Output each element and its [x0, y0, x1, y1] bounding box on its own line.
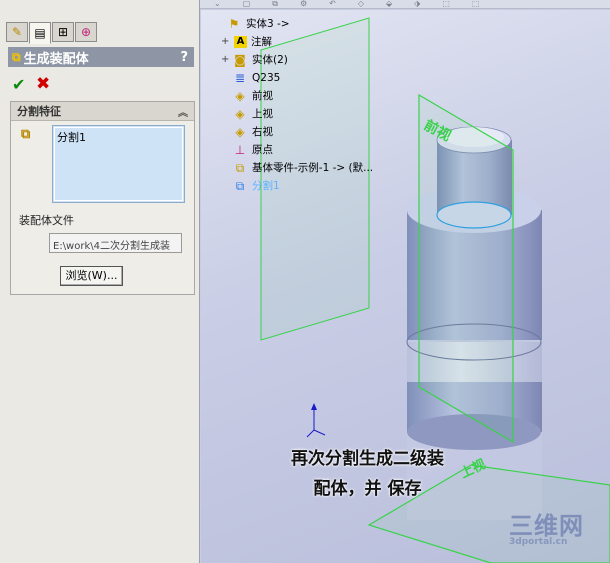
property-manager-title: 生成装配体 — [23, 51, 89, 67]
tree-item-material[interactable]: ≣ Q235 — [231, 70, 280, 86]
origin-triad — [306, 403, 326, 438]
tree-item-base-part[interactable]: ⧉ 基体零件-示例-1 -> (默... — [231, 160, 373, 176]
assembly-file-field[interactable]: E:\work\4二次分割生成装 — [49, 233, 182, 253]
toolbar-button[interactable]: ⧉ — [272, 0, 278, 8]
tree-item-right-plane[interactable]: ◈ 右视 — [231, 124, 273, 140]
browse-button[interactable]: 浏览(W)... — [60, 266, 123, 286]
graphics-area[interactable]: 前视 上视 ⚑ 实体3 -> + A 注解 + ◙ 实体(2) ≣ Q235 ◈… — [201, 10, 610, 563]
collapse-icon[interactable]: ︽ — [178, 104, 188, 119]
tree-item-solid-bodies[interactable]: + ◙ 实体(2) — [221, 52, 288, 68]
tree-expander[interactable]: + — [221, 34, 231, 50]
site-watermark: 三维网 3dportal.cn — [509, 506, 584, 547]
group-title: 分割特征 — [17, 105, 61, 118]
tree-item-label: 分割1 — [252, 180, 280, 192]
configuration-manager-icon: ⊞ — [57, 25, 69, 39]
tree-expander[interactable]: + — [221, 52, 231, 68]
tree-item-label: 实体3 -> — [246, 18, 290, 30]
property-manager-tab[interactable]: ▤ — [29, 22, 51, 44]
part-icon: ⚑ — [228, 17, 240, 31]
manager-tabs: ✎ ▤ ⊞ ⊕ — [6, 22, 97, 44]
toolbar-button[interactable]: ▢ — [243, 0, 251, 8]
toolbar-button[interactable]: ◇ — [358, 0, 364, 8]
property-manager-icon: ▤ — [34, 26, 46, 40]
caption-line-1: 再次分割生成二级装 — [291, 449, 444, 469]
help-button[interactable]: ? — [180, 50, 188, 65]
toolbar-button[interactable]: ⚙ — [300, 0, 307, 8]
plane-icon: ◈ — [235, 125, 245, 139]
split-feature-group: 分割特征 ︽ ⧉ 分割1 装配体文件 E:\work\4二次分割生成装 浏览(W… — [10, 101, 195, 295]
toolbar-button[interactable]: ⌄ — [214, 0, 221, 8]
plane-icon: ◈ — [235, 107, 245, 121]
tree-item-root-part[interactable]: ⚑ 实体3 -> — [215, 16, 290, 32]
toolbar-button[interactable]: ↶ — [329, 0, 336, 8]
toolbar-button[interactable]: ⬚ — [442, 0, 450, 8]
plane-icon: ◈ — [235, 89, 245, 103]
tree-item-top-plane[interactable]: ◈ 上视 — [231, 106, 273, 122]
toolbar-button[interactable]: ⬚ — [472, 0, 480, 8]
tree-item-label: 基体零件-示例-1 -> (默... — [252, 162, 374, 174]
tree-item-label: 注解 — [251, 36, 272, 48]
tree-item-annotations[interactable]: + A 注解 — [221, 34, 272, 50]
tree-item-label: 右视 — [252, 126, 273, 138]
create-assembly-icon: ⧉ — [12, 49, 21, 64]
tree-item-label: Q235 — [252, 72, 281, 84]
base-part-icon: ⧉ — [235, 161, 245, 175]
dimxpert-icon: ⊕ — [80, 25, 92, 39]
dimxpert-tab[interactable]: ⊕ — [75, 22, 97, 42]
tree-item-origin[interactable]: ⊥ 原点 — [231, 142, 273, 158]
split-body-icon: ⧉ — [21, 127, 31, 142]
toolbar-button[interactable]: ⬙ — [386, 0, 392, 8]
cancel-button[interactable]: ✖ — [36, 74, 50, 94]
caption-line-2: 配体，并 保存 — [313, 479, 422, 499]
tree-item-front-plane[interactable]: ◈ 前视 — [231, 88, 273, 104]
tree-item-split[interactable]: ⧉ 分割1 — [231, 178, 280, 194]
split-feature-selection-box[interactable]: 分割1 — [52, 125, 185, 203]
tree-item-label: 前视 — [252, 90, 273, 102]
feature-manager-icon: ✎ — [11, 25, 23, 39]
assembly-file-label: 装配体文件 — [19, 214, 74, 227]
configuration-manager-tab[interactable]: ⊞ — [52, 22, 74, 42]
origin-icon: ⊥ — [234, 143, 246, 157]
property-manager-title-bar: ⧉ 生成装配体 ? — [8, 47, 194, 67]
split-feature-icon: ⧉ — [235, 179, 245, 193]
feature-manager-tab[interactable]: ✎ — [6, 22, 28, 42]
tree-item-label: 原点 — [252, 144, 273, 156]
toolbar-button[interactable]: ⬗ — [414, 0, 420, 8]
annotation-icon: A — [234, 36, 247, 48]
tree-item-label: 实体(2) — [252, 54, 288, 66]
material-icon: ≣ — [234, 71, 246, 85]
solid-bodies-icon: ◙ — [234, 53, 246, 67]
watermark-brand: 三维网 — [509, 512, 584, 540]
property-manager-panel: ✎ ▤ ⊞ ⊕ ⧉ 生成装配体 ? ✔ ✖ 分割特征 ︽ ⧉ 分割1 装配体文件… — [0, 0, 200, 563]
ok-button[interactable]: ✔ — [12, 75, 25, 94]
tree-item-label: 上视 — [252, 108, 273, 120]
front-plane — [418, 93, 514, 444]
view-toolbar: ⌄ ▢ ⧉ ⚙ ↶ ◇ ⬙ ⬗ ⬚ ⬚ — [200, 0, 610, 9]
selection-item[interactable]: 分割1 — [57, 129, 180, 145]
split-feature-group-header[interactable]: 分割特征 ︽ — [11, 102, 194, 121]
